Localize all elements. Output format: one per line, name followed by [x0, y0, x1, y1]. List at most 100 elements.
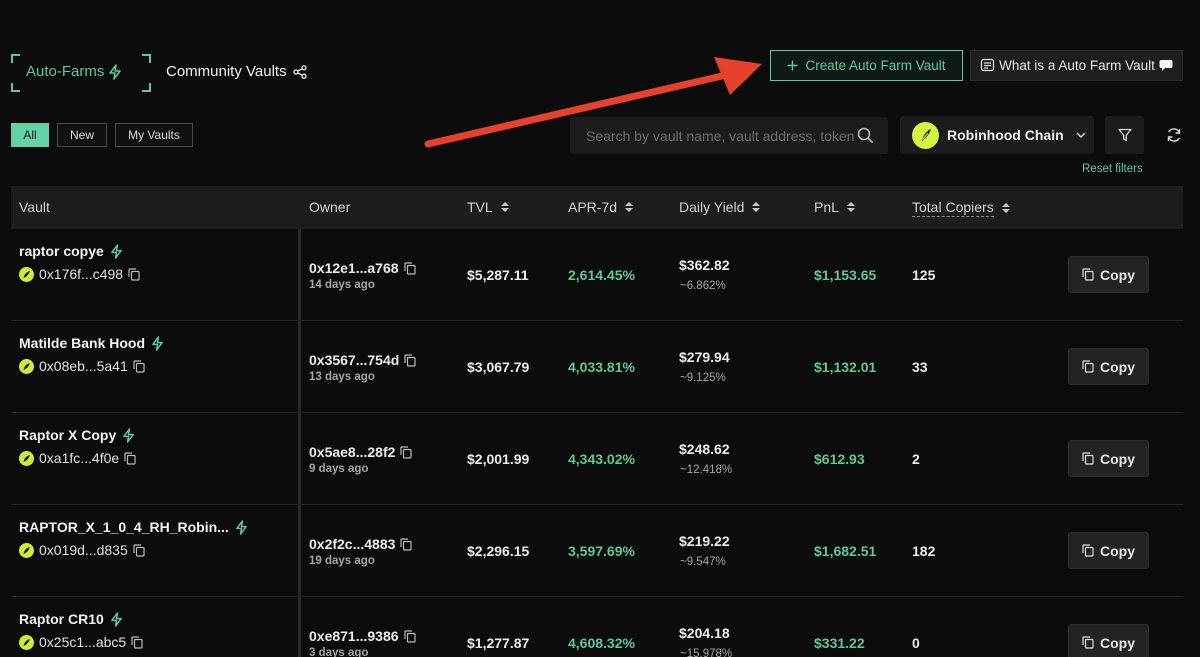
corner-bracket — [142, 54, 151, 63]
vault-address-text: 0xa1fc...4f0e — [39, 450, 120, 466]
vault-address: 0xa1fc...4f0e — [19, 450, 136, 466]
daily-yield-value: $204.18 — [679, 625, 730, 641]
refresh-button[interactable] — [1160, 118, 1188, 152]
apr-value: 4,033.81% — [568, 359, 635, 375]
copy-icon[interactable] — [403, 629, 416, 643]
vault-address-text: 0x25c1...abc5 — [39, 634, 127, 650]
tvl-value: $5,287.11 — [467, 267, 529, 283]
owner-age: 19 days ago — [309, 555, 375, 567]
tab-auto-farms[interactable]: Auto-Farms — [11, 54, 151, 92]
owner-address: 0x5ae8...28f2 — [309, 444, 413, 460]
tab-community-label: Community Vaults — [166, 63, 287, 80]
leaf-icon — [19, 450, 34, 466]
bolt-icon — [110, 243, 122, 259]
copy-icon — [1082, 452, 1094, 465]
vault-address-text: 0x176f...c498 — [39, 266, 124, 282]
what-is-auto-farm-vault-button[interactable]: What is a Auto Farm Vault — [970, 50, 1183, 81]
col-daily-yield[interactable]: Daily Yield — [679, 199, 761, 215]
copy-button-label: Copy — [1100, 542, 1135, 559]
daily-yield-percent: ~6.862% — [680, 280, 726, 292]
copy-vault-button[interactable]: Copy — [1068, 532, 1149, 569]
owner-address: 0x12e1...a768 — [309, 260, 416, 276]
table-row: Raptor CR10 0x25c1...abc5 0xe871...9386 … — [11, 597, 1183, 657]
vault-name[interactable]: Raptor CR10 — [19, 611, 123, 627]
col-vault: Vault — [19, 199, 50, 215]
chain-label: Robinhood Chain — [947, 127, 1064, 143]
owner-address-text: 0x12e1...a768 — [309, 260, 399, 276]
owner-address-text: 0x2f2c...4883 — [309, 536, 396, 552]
copy-icon[interactable] — [400, 537, 413, 551]
search-input[interactable] — [586, 127, 857, 144]
tab-auto-farms-label: Auto-Farms — [26, 63, 122, 80]
tab-community-vaults[interactable]: Community Vaults — [166, 63, 307, 80]
vault-address: 0x176f...c498 — [19, 266, 140, 282]
copy-icon[interactable] — [124, 451, 136, 465]
reset-filters-link[interactable]: Reset filters — [1082, 163, 1143, 175]
copy-icon[interactable] — [404, 353, 416, 367]
col-pnl-label: PnL — [814, 199, 839, 215]
copy-vault-button[interactable]: Copy — [1068, 256, 1149, 293]
vault-name-text: RAPTOR_X_1_0_4_RH_Robin... — [19, 519, 229, 535]
vault-name-text: raptor copye — [19, 243, 104, 259]
daily-yield-value: $362.82 — [679, 257, 730, 273]
table-row: RAPTOR_X_1_0_4_RH_Robin... 0x019d...d835… — [11, 505, 1183, 597]
pnl-value: $612.93 — [814, 451, 865, 467]
chevron-down-icon — [1076, 132, 1086, 138]
doc-icon — [980, 58, 995, 72]
copy-icon[interactable] — [400, 445, 413, 459]
col-apr-label: APR-7d — [568, 199, 618, 215]
filter-button[interactable] — [1105, 116, 1144, 154]
copy-icon — [1082, 636, 1094, 649]
vault-address: 0x08eb...5a41 — [19, 358, 145, 374]
daily-yield-percent: ~9.547% — [680, 556, 726, 568]
robinhood-logo-icon — [912, 121, 939, 149]
copy-icon[interactable] — [133, 543, 145, 557]
create-auto-farm-vault-button[interactable]: Create Auto Farm Vault — [770, 50, 963, 81]
tvl-value: $3,067.79 — [467, 359, 530, 375]
what-button-label: What is a Auto Farm Vault — [999, 58, 1155, 73]
copy-vault-button[interactable]: Copy — [1068, 440, 1149, 477]
search-icon[interactable] — [857, 127, 874, 144]
daily-yield-percent: ~9.125% — [680, 372, 726, 384]
total-copiers-value: 182 — [912, 543, 936, 559]
refresh-icon — [1167, 128, 1181, 142]
copy-button-label: Copy — [1100, 358, 1135, 375]
vault-name-text: Raptor X Copy — [19, 427, 117, 443]
copy-icon[interactable] — [133, 359, 145, 373]
copy-vault-button[interactable]: Copy — [1068, 624, 1149, 657]
filter-chip-all[interactable]: All — [11, 123, 49, 147]
col-tvl[interactable]: TVL — [467, 199, 509, 215]
search-box — [570, 117, 888, 154]
col-tvl-label: TVL — [467, 199, 493, 215]
vault-address: 0x019d...d835 — [19, 542, 145, 558]
owner-address-text: 0xe871...9386 — [309, 628, 399, 644]
copy-icon[interactable] — [128, 267, 140, 281]
col-total-copiers[interactable]: Total Copiers — [912, 199, 1010, 217]
vault-name-text: Matilde Bank Hood — [19, 335, 146, 351]
vault-name[interactable]: Raptor X Copy — [19, 427, 135, 443]
table-row: Matilde Bank Hood 0x08eb...5a41 0x3567..… — [11, 321, 1183, 413]
col-owner: Owner — [309, 199, 350, 215]
col-owner-label: Owner — [309, 199, 351, 215]
filter-icon — [1117, 128, 1132, 142]
col-apr[interactable]: APR-7d — [568, 199, 634, 215]
chain-selector[interactable]: Robinhood Chain — [900, 116, 1094, 154]
chat-bubble-icon — [1159, 60, 1173, 71]
vault-name[interactable]: Matilde Bank Hood — [19, 335, 164, 351]
owner-age: 14 days ago — [309, 279, 375, 291]
daily-yield-value: $248.62 — [679, 441, 730, 457]
copy-icon[interactable] — [131, 635, 143, 649]
filter-chip-my-vaults[interactable]: My Vaults — [115, 123, 193, 147]
table-header: Vault Owner TVL APR-7d Daily Yield PnL T… — [11, 186, 1183, 229]
vault-name[interactable]: RAPTOR_X_1_0_4_RH_Robin... — [19, 519, 248, 535]
filter-chip-new[interactable]: New — [57, 123, 107, 147]
copy-icon[interactable] — [403, 261, 416, 275]
copy-button-label: Copy — [1100, 266, 1135, 283]
sort-icon — [752, 202, 761, 212]
leaf-icon — [19, 634, 34, 650]
col-pnl[interactable]: PnL — [814, 199, 855, 215]
corner-bracket — [11, 54, 20, 63]
owner-address-text: 0x5ae8...28f2 — [309, 444, 396, 460]
vault-name[interactable]: raptor copye — [19, 243, 123, 259]
copy-vault-button[interactable]: Copy — [1068, 348, 1149, 385]
